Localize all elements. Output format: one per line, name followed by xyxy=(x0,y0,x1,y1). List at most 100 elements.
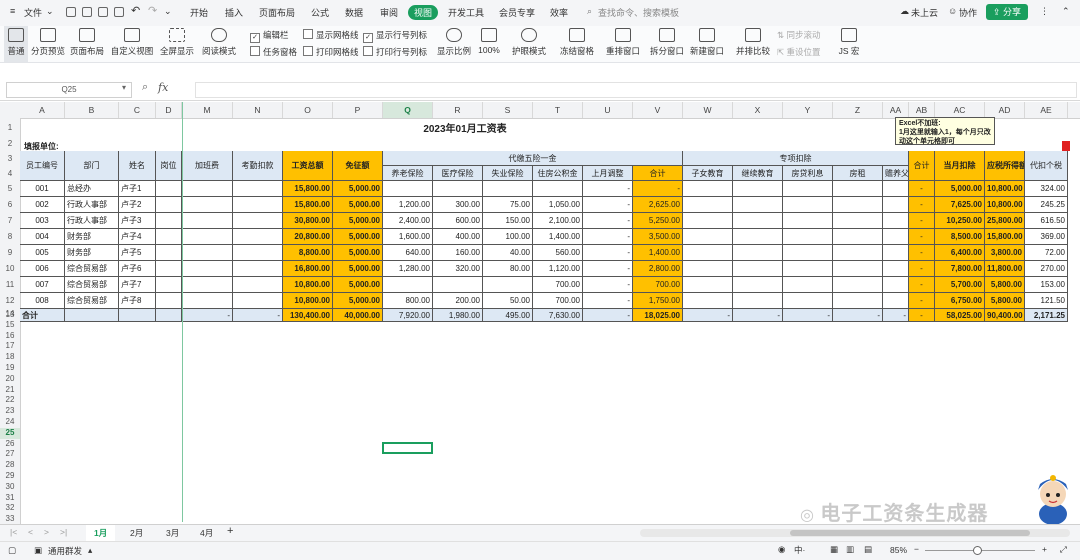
total-housing[interactable]: 7,630.00 xyxy=(533,309,583,322)
cell-subtotal[interactable]: 3,500.00 xyxy=(633,229,683,245)
page-layout-view-icon[interactable]: ▥ xyxy=(846,544,854,555)
total-elderly[interactable]: - xyxy=(883,309,909,322)
active-cell[interactable] xyxy=(382,442,433,454)
formula-input[interactable] xyxy=(195,82,1077,98)
header-name[interactable]: 姓名 xyxy=(119,151,156,181)
column-header-D[interactable]: D xyxy=(156,102,182,118)
js-macro-button[interactable]: JS 宏 xyxy=(834,26,864,62)
header-month-deduct[interactable]: 当月扣除 xyxy=(935,151,985,181)
cell-post[interactable] xyxy=(156,277,182,293)
row-header-19[interactable]: 19 xyxy=(0,363,20,374)
cell-unemployment[interactable]: 75.00 xyxy=(483,197,533,213)
cell-pension[interactable]: 1,200.00 xyxy=(383,197,433,213)
row-header-8[interactable]: 8 xyxy=(0,229,20,245)
column-header-AE[interactable]: AE xyxy=(1025,102,1068,118)
total-label[interactable]: 合计 xyxy=(20,309,65,322)
eye-icon[interactable]: ◉ xyxy=(778,544,785,555)
cell-attendance[interactable] xyxy=(233,229,283,245)
cell-post[interactable] xyxy=(156,261,182,277)
chevron-down-icon[interactable]: ⌄ xyxy=(164,6,172,17)
cell-special[interactable] xyxy=(733,245,783,261)
freeze-panes-button[interactable]: 冻结窗格 xyxy=(556,26,598,62)
total-unemployment[interactable]: 495.00 xyxy=(483,309,533,322)
cell-special-total[interactable]: - xyxy=(909,245,935,261)
tab-review[interactable]: 审阅 xyxy=(380,6,398,19)
cell-emp-id[interactable]: 007 xyxy=(20,277,65,293)
cell-name[interactable]: 卢子2 xyxy=(119,197,156,213)
header-attendance[interactable]: 考勤扣款 xyxy=(233,151,283,181)
split-window-button[interactable]: 拆分窗口 xyxy=(648,26,686,62)
cell-exempt[interactable]: 5,000.00 xyxy=(333,261,383,277)
cell-attendance[interactable] xyxy=(233,197,283,213)
header-last-month[interactable]: 上月调整 xyxy=(583,166,633,181)
cell-special-total[interactable]: - xyxy=(909,277,935,293)
row-header-17[interactable]: 17 xyxy=(0,341,20,352)
cell-emp-id[interactable]: 006 xyxy=(20,261,65,277)
cell-unemployment[interactable]: 40.00 xyxy=(483,245,533,261)
cell-gross[interactable]: 15,800.00 xyxy=(283,181,333,197)
row-header-20[interactable]: 20 xyxy=(0,374,20,385)
cell-subtotal[interactable]: 2,800.00 xyxy=(633,261,683,277)
name-box[interactable]: Q25 xyxy=(6,82,132,98)
cell-overtime[interactable] xyxy=(182,261,233,277)
cell-month-deduct[interactable]: 7,625.00 xyxy=(935,197,985,213)
fx-icon[interactable]: fx xyxy=(158,81,168,94)
column-header-O[interactable]: O xyxy=(283,102,333,118)
cell-name[interactable]: 卢子8 xyxy=(119,293,156,309)
cell-special-total[interactable]: - xyxy=(909,229,935,245)
total-cont[interactable]: - xyxy=(733,309,783,322)
cell-housing[interactable] xyxy=(533,181,583,197)
cell-special[interactable] xyxy=(883,197,909,213)
cell-special[interactable] xyxy=(733,293,783,309)
total-exempt[interactable]: 40,000.00 xyxy=(333,309,383,322)
cell-emp-id[interactable]: 005 xyxy=(20,245,65,261)
cell-special[interactable] xyxy=(883,277,909,293)
page-break-preview-button[interactable]: 分页预览 xyxy=(30,26,66,62)
cell-taxable[interactable]: 3,800.00 xyxy=(985,245,1025,261)
collab-button[interactable]: 协作 xyxy=(959,6,977,19)
cell-tax[interactable]: 245.25 xyxy=(1025,197,1068,213)
cell-dept[interactable]: 总经办 xyxy=(65,181,119,197)
cell-tax[interactable]: 369.00 xyxy=(1025,229,1068,245)
share-button[interactable]: ⇪ 分享 xyxy=(986,4,1028,20)
zoom-in-icon[interactable]: + xyxy=(1042,544,1047,554)
tab-view[interactable]: 视图 xyxy=(408,5,439,20)
macro-button[interactable]: 通用群发 xyxy=(48,545,82,557)
cell-attendance[interactable] xyxy=(233,181,283,197)
cell-medical[interactable] xyxy=(433,277,483,293)
header-emp-id[interactable]: 员工编号 xyxy=(20,151,65,181)
cell-gross[interactable]: 15,800.00 xyxy=(283,197,333,213)
cell-gross[interactable]: 10,800.00 xyxy=(283,277,333,293)
cell-pension[interactable] xyxy=(383,181,433,197)
cell-special[interactable] xyxy=(833,229,883,245)
cell-pension[interactable] xyxy=(383,277,433,293)
cell-housing[interactable]: 1,400.00 xyxy=(533,229,583,245)
header-housing[interactable]: 住房公积金 xyxy=(533,166,583,181)
total-rent[interactable]: - xyxy=(833,309,883,322)
cell-special[interactable] xyxy=(883,261,909,277)
cell-special[interactable] xyxy=(683,261,733,277)
cell-gross[interactable]: 10,800.00 xyxy=(283,293,333,309)
row-header-32[interactable]: 32 xyxy=(0,503,20,514)
cell-medical[interactable]: 200.00 xyxy=(433,293,483,309)
cell-last-month[interactable]: - xyxy=(583,213,633,229)
cell-medical[interactable]: 300.00 xyxy=(433,197,483,213)
cell-pension[interactable]: 2,400.00 xyxy=(383,213,433,229)
column-header-AD[interactable]: AD xyxy=(985,102,1025,118)
total-attendance[interactable]: - xyxy=(233,309,283,322)
cell-housing[interactable]: 1,050.00 xyxy=(533,197,583,213)
header-unemployment[interactable]: 失业保险 xyxy=(483,166,533,181)
row-header-9[interactable]: 9 xyxy=(0,245,20,261)
cell-special[interactable] xyxy=(783,293,833,309)
cell-subtotal[interactable]: - xyxy=(633,181,683,197)
cell-unemployment[interactable] xyxy=(483,277,533,293)
header-mortgage[interactable]: 房贷利息 xyxy=(783,166,833,181)
print-preview-icon[interactable] xyxy=(114,7,124,17)
cell-post[interactable] xyxy=(156,197,182,213)
tab-member[interactable]: 会员专享 xyxy=(499,6,535,19)
cell-subtotal[interactable]: 700.00 xyxy=(633,277,683,293)
row-header-30[interactable]: 30 xyxy=(0,482,20,493)
chevron-down-icon[interactable]: ▾ xyxy=(122,83,126,92)
cell-gross[interactable]: 20,800.00 xyxy=(283,229,333,245)
cell-name[interactable]: 卢子7 xyxy=(119,277,156,293)
